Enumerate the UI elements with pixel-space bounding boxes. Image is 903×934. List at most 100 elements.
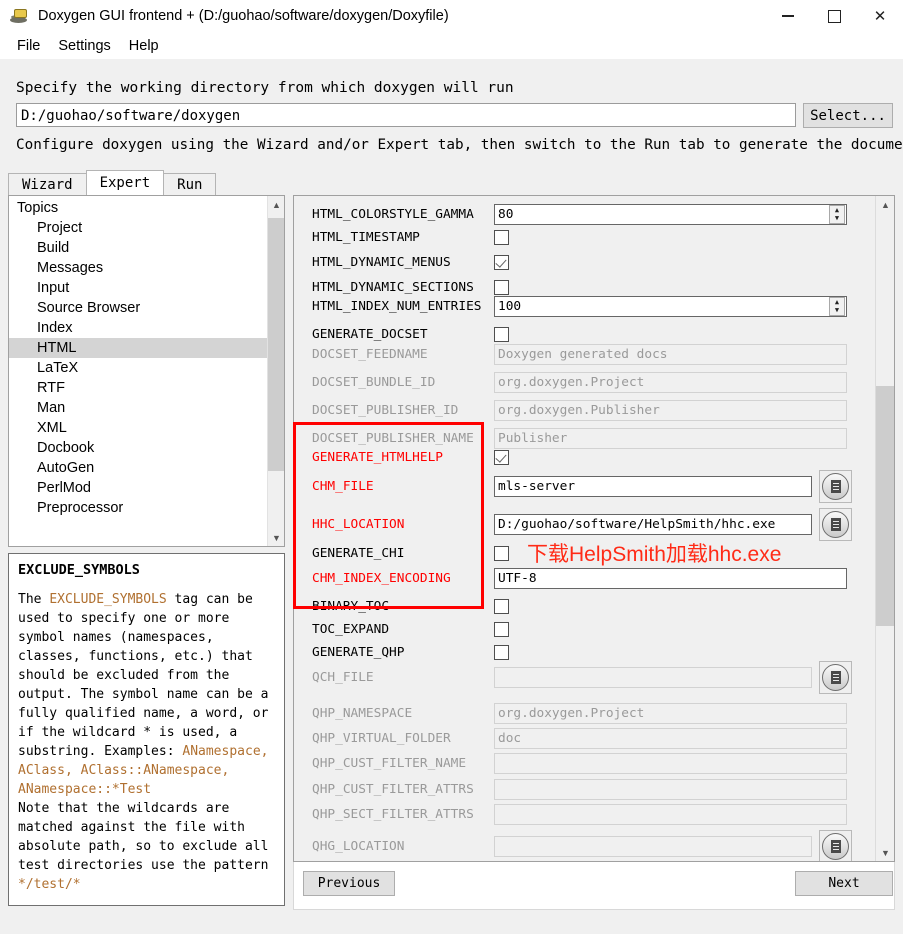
expert-scrollbar-thumb[interactable]: [876, 386, 894, 626]
setting-checkbox-html-timestamp[interactable]: [494, 230, 509, 245]
sidebar-item-build[interactable]: Build: [9, 238, 267, 258]
setting-row: CHM_INDEX_ENCODING UTF-8: [294, 568, 874, 594]
setting-label-docset-feedname: DOCSET_FEEDNAME: [312, 347, 428, 362]
setting-input-qhg-location[interactable]: [494, 836, 812, 857]
help-title: EXCLUDE_SYMBOLS: [18, 562, 140, 578]
setting-label-qhp-sect-filter-attrs: QHP_SECT_FILTER_ATTRS: [312, 807, 474, 822]
setting-checkbox-generate-htmlhelp[interactable]: [494, 450, 509, 465]
spinner-arrows-icon[interactable]: ▲ ▼: [829, 297, 845, 316]
setting-label-generate-docset: GENERATE_DOCSET: [312, 327, 428, 342]
sidebar-item-docbook[interactable]: Docbook: [9, 438, 267, 458]
setting-input-qhp-namespace[interactable]: org.doxygen.Project: [494, 703, 847, 724]
select-directory-button[interactable]: Select...: [803, 103, 893, 128]
setting-checkbox-toc-expand[interactable]: [494, 622, 509, 637]
minimize-button[interactable]: [765, 0, 811, 32]
setting-checkbox-generate-docset[interactable]: [494, 327, 509, 342]
expert-scrollbar[interactable]: ▲ ▼: [875, 196, 894, 861]
setting-row: QCH_FILE: [294, 661, 874, 694]
topics-list: Topics Project Build Messages Input Sour…: [9, 196, 267, 518]
spinner-arrows-icon[interactable]: ▲ ▼: [829, 205, 845, 224]
setting-input-qhp-sect-filter-attrs[interactable]: [494, 804, 847, 825]
topics-header: Topics: [17, 200, 59, 216]
setting-label-html-colorstyle-gamma: HTML_COLORSTYLE_GAMMA: [312, 207, 474, 222]
chevron-up-icon[interactable]: ▲: [876, 196, 894, 213]
setting-checkbox-generate-chi[interactable]: [494, 546, 509, 561]
topics-scrollbar-thumb[interactable]: [268, 218, 284, 471]
previous-button[interactable]: Previous: [303, 871, 395, 896]
expert-settings-panel: HTML_COLORSTYLE_GAMMA 80 ▲ ▼ HTML_TIMESTAMP H…: [293, 195, 895, 862]
setting-input-docset-publisher-id[interactable]: org.doxygen.Publisher: [494, 400, 847, 421]
setting-label-qhp-namespace: QHP_NAMESPACE: [312, 706, 413, 721]
setting-input-chm-file[interactable]: mls-server: [494, 476, 812, 497]
sidebar-item-input[interactable]: Input: [9, 278, 267, 298]
file-document-icon: [822, 833, 849, 860]
sidebar-item-source-browser[interactable]: Source Browser: [9, 298, 267, 318]
setting-row: QHP_NAMESPACE org.doxygen.Project: [294, 703, 874, 729]
setting-input-docset-feedname[interactable]: Doxygen generated docs: [494, 344, 847, 365]
setting-row: CHM_FILE mls-server: [294, 470, 874, 503]
setting-checkbox-html-dynamic-sections[interactable]: [494, 280, 509, 295]
tab-wizard[interactable]: Wizard: [8, 173, 87, 195]
sidebar-item-xml[interactable]: XML: [9, 418, 267, 438]
menu-item-file[interactable]: File: [8, 36, 49, 56]
tab-run[interactable]: Run: [163, 173, 217, 195]
help-description-panel: EXCLUDE_SYMBOLS The EXCLUDE_SYMBOLS tag …: [8, 553, 285, 906]
setting-input-qhp-cust-filter-name[interactable]: [494, 753, 847, 774]
sidebar-item-messages[interactable]: Messages: [9, 258, 267, 278]
setting-label-generate-qhp: GENERATE_QHP: [312, 645, 405, 660]
setting-checkbox-binary-toc[interactable]: [494, 599, 509, 614]
tab-expert[interactable]: Expert: [85, 170, 165, 195]
setting-label-hhc-location: HHC_LOCATION: [312, 517, 405, 532]
doxygen-app-icon: [9, 6, 29, 26]
sidebar-item-autogen[interactable]: AutoGen: [9, 458, 267, 478]
annotation-note-text: 下载HelpSmith加载hhc.exe: [527, 543, 782, 566]
sidebar-item-preprocessor[interactable]: Preprocessor: [9, 498, 267, 518]
setting-input-qhp-virtual-folder[interactable]: doc: [494, 728, 847, 749]
chevron-up-icon[interactable]: ▲: [268, 196, 284, 213]
sidebar-item-index[interactable]: Index: [9, 318, 267, 338]
setting-input-qhp-cust-filter-attrs[interactable]: [494, 779, 847, 800]
working-directory-label: Specify the working directory from which…: [16, 80, 514, 96]
setting-label-generate-chi: GENERATE_CHI: [312, 546, 405, 561]
setting-label-html-timestamp: HTML_TIMESTAMP: [312, 230, 420, 245]
sidebar-item-latex[interactable]: LaTeX: [9, 358, 267, 378]
setting-input-hhc-location[interactable]: D:/guohao/software/HelpSmith/hhc.exe: [494, 514, 812, 535]
configure-hint-label: Configure doxygen using the Wizard and/o…: [16, 137, 903, 153]
setting-label-qch-file: QCH_FILE: [312, 670, 374, 685]
setting-input-chm-index-encoding[interactable]: UTF-8: [494, 568, 847, 589]
working-directory-input[interactable]: D:/guohao/software/doxygen: [16, 103, 796, 127]
menu-item-help[interactable]: Help: [120, 36, 168, 56]
topics-scrollbar[interactable]: ▲ ▼: [267, 196, 284, 546]
setting-input-qch-file[interactable]: [494, 667, 812, 688]
setting-input-docset-bundle-id[interactable]: org.doxygen.Project: [494, 372, 847, 393]
browse-file-button-chm-file[interactable]: [819, 470, 852, 503]
main-tabs: Wizard Expert Run: [8, 170, 217, 195]
sidebar-item-perlmod[interactable]: PerlMod: [9, 478, 267, 498]
chevron-down-icon[interactable]: ▼: [268, 529, 284, 546]
close-icon[interactable]: ✕: [857, 0, 903, 32]
browse-file-button-qch-file[interactable]: [819, 661, 852, 694]
sidebar-item-rtf[interactable]: RTF: [9, 378, 267, 398]
next-button[interactable]: Next: [795, 871, 893, 896]
setting-row: HHC_LOCATION D:/guohao/software/HelpSmith…: [294, 508, 874, 541]
sidebar-item-man[interactable]: Man: [9, 398, 267, 418]
setting-row: HTML_DYNAMIC_MENUS: [294, 252, 874, 278]
help-body: The EXCLUDE_SYMBOLS tag can be used to s…: [18, 592, 269, 892]
setting-checkbox-generate-qhp[interactable]: [494, 645, 509, 660]
browse-file-button-hhc-location[interactable]: [819, 508, 852, 541]
maximize-button[interactable]: [811, 0, 857, 32]
setting-label-binary-toc: BINARY_TOC: [312, 599, 390, 614]
setting-checkbox-html-dynamic-menus[interactable]: [494, 255, 509, 270]
setting-row: DOCSET_BUNDLE_ID org.doxygen.Project: [294, 372, 874, 398]
window-title: Doxygen GUI frontend + (D:/guohao/softwa…: [38, 8, 449, 24]
sidebar-item-html[interactable]: HTML: [9, 338, 267, 358]
chevron-down-icon[interactable]: ▼: [876, 844, 894, 861]
setting-label-docset-bundle-id: DOCSET_BUNDLE_ID: [312, 375, 436, 390]
menu-item-settings[interactable]: Settings: [49, 36, 119, 56]
setting-spinbox-html-index-num-entries[interactable]: 100 ▲ ▼: [494, 296, 847, 317]
sidebar-item-project[interactable]: Project: [9, 218, 267, 238]
browse-file-button-qhg-location[interactable]: [819, 830, 852, 861]
setting-input-docset-publisher-name[interactable]: Publisher: [494, 428, 847, 449]
setting-spinbox-html-colorstyle-gamma[interactable]: 80 ▲ ▼: [494, 204, 847, 225]
setting-label-qhp-cust-filter-attrs: QHP_CUST_FILTER_ATTRS: [312, 782, 474, 797]
